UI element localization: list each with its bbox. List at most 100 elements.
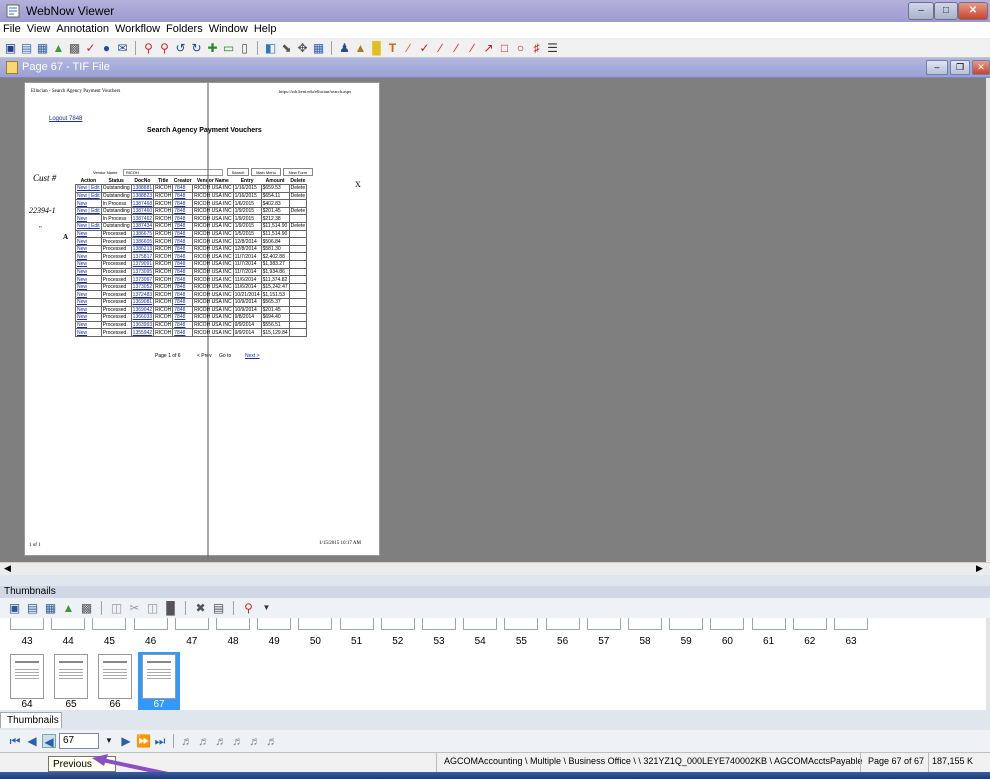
next-page-icon[interactable]: ▶	[119, 734, 133, 748]
chevron-down-icon[interactable]: ▼	[102, 734, 116, 748]
rotate-right-icon[interactable]: ↻	[190, 41, 203, 55]
menu-window[interactable]: Window	[206, 22, 251, 35]
thumbnail-item[interactable]: 43	[10, 618, 44, 647]
scroll-left-icon[interactable]: ◀	[4, 563, 11, 574]
select-icon[interactable]: ⬊	[280, 41, 293, 55]
thumbnails-toggle-icon[interactable]: ◧	[264, 41, 277, 55]
thumbnail-item[interactable]: 51	[339, 618, 374, 647]
text-annotation-icon[interactable]: T	[386, 41, 399, 55]
zoom-dropdown-icon[interactable]: ⚲	[242, 601, 255, 615]
thumbnail-item[interactable]: 60	[710, 618, 745, 647]
thumbnail-item[interactable]: 64	[6, 652, 48, 710]
print-preview-icon[interactable]: ▦	[44, 601, 57, 615]
menu-help[interactable]: Help	[251, 22, 280, 35]
thumbnail-item[interactable]: 45	[92, 618, 127, 647]
eraser-icon[interactable]: ▲	[354, 41, 367, 55]
thumbnail-item[interactable]: 57	[586, 618, 621, 647]
upload-icon[interactable]: ▲	[52, 41, 65, 55]
chevron-down-icon[interactable]: ▼	[260, 601, 273, 615]
scroll-right-icon[interactable]: ▶	[976, 563, 983, 574]
sound-icon[interactable]: ♬	[197, 734, 211, 748]
thumbnail-item[interactable]: 44	[51, 618, 86, 647]
thumbnail-item[interactable]: 52	[380, 618, 415, 647]
sound-icon[interactable]: ♬	[214, 734, 228, 748]
actual-size-icon[interactable]: ▯	[238, 41, 251, 55]
first-page-alt-icon[interactable]: ◀	[25, 734, 39, 748]
last-page-icon[interactable]: ⏩	[136, 734, 151, 748]
pen-icon[interactable]: ∕	[402, 41, 415, 55]
thumbnails-scrollbar[interactable]	[986, 618, 990, 710]
annotation-list-icon[interactable]: ☰	[546, 41, 559, 55]
checkmark-icon[interactable]: ✓	[418, 41, 431, 55]
print-icon[interactable]: ▩	[68, 41, 81, 55]
rotate-left-icon[interactable]: ↺	[174, 41, 187, 55]
menu-folders[interactable]: Folders	[163, 22, 206, 35]
line-red-icon[interactable]: ∕	[434, 41, 447, 55]
thumbnail-item[interactable]: 58	[628, 618, 662, 647]
annotate-icon[interactable]: ✓	[84, 41, 97, 55]
paste-icon[interactable]: ◫	[146, 601, 159, 615]
page-properties-icon[interactable]: ▤	[212, 601, 225, 615]
ellipse-icon[interactable]: ○	[514, 41, 527, 55]
fit-page-icon[interactable]: ✚	[206, 41, 219, 55]
upload-icon[interactable]: ▲	[62, 601, 75, 615]
menu-workflow[interactable]: Workflow	[112, 22, 163, 35]
thumbnail-item[interactable]: 49	[257, 618, 292, 647]
text-select-icon[interactable]: ▦	[312, 41, 325, 55]
document-restore-button[interactable]: ❐	[950, 60, 970, 75]
thumbnail-item[interactable]: 46	[133, 618, 168, 647]
minimize-button[interactable]: –	[908, 2, 934, 20]
tab-thumbnails[interactable]: Thumbnails	[0, 712, 62, 728]
highlighter-icon[interactable]: █	[370, 41, 383, 55]
fit-width-icon[interactable]: ▭	[222, 41, 235, 55]
thumbnail-item[interactable]: 63	[834, 618, 868, 647]
thumbnail-item[interactable]: 50	[298, 618, 333, 647]
thumbnail-item[interactable]: 55	[504, 618, 539, 647]
rectangle-icon[interactable]: □	[498, 41, 511, 55]
cut-icon[interactable]: ✂	[128, 601, 141, 615]
thumbnail-item[interactable]: 61	[751, 618, 786, 647]
scan-icon[interactable]: ▤	[20, 41, 33, 55]
viewer-horizontal-scrollbar[interactable]: ◀ ▶	[0, 562, 990, 575]
first-page-icon[interactable]: ⏮	[8, 734, 22, 748]
thumbnail-item[interactable]: 59	[669, 618, 704, 647]
sound-icon[interactable]: ♬	[248, 734, 262, 748]
page-number-select[interactable]: 67	[59, 733, 99, 749]
stamp-icon[interactable]: ♟	[338, 41, 351, 55]
save-icon[interactable]: ▣	[4, 41, 17, 55]
pan-icon[interactable]: ✥	[296, 41, 309, 55]
zoom-in-icon[interactable]: ⚲	[142, 41, 155, 55]
arrow-icon[interactable]: ↗	[482, 41, 495, 55]
thumbnail-item[interactable]: 62	[792, 618, 827, 647]
thumbnail-item[interactable]: 65	[50, 652, 92, 710]
maximize-button[interactable]: □	[934, 2, 958, 20]
sticky-note-icon[interactable]: ♯	[530, 41, 543, 55]
info-icon[interactable]: ●	[100, 41, 113, 55]
line-icon[interactable]: ∕	[450, 41, 463, 55]
copy-icon[interactable]: ◫	[110, 601, 123, 615]
thumbnail-item-selected[interactable]: 67	[138, 652, 180, 710]
sound-icon[interactable]: ♬	[231, 734, 245, 748]
menu-file[interactable]: File	[0, 22, 24, 35]
thumbnail-item[interactable]: 56	[545, 618, 580, 647]
thumbnail-item[interactable]: 54	[463, 618, 498, 647]
print-preview-icon[interactable]: ▦	[36, 41, 49, 55]
document-close-button[interactable]: ✕	[972, 60, 990, 75]
sound-icon[interactable]: ♬	[180, 734, 194, 748]
import-icon[interactable]: ▤	[26, 601, 39, 615]
thumbnail-item[interactable]: 48	[216, 618, 250, 647]
thumbnail-item[interactable]: 47	[174, 618, 209, 647]
viewer-vertical-scrollbar[interactable]	[986, 78, 990, 562]
email-icon[interactable]: ✉	[116, 41, 129, 55]
insert-icon[interactable]: █	[164, 601, 177, 615]
print-icon[interactable]: ▩	[80, 601, 93, 615]
scan-icon[interactable]: ▣	[8, 601, 21, 615]
previous-page-icon[interactable]: ◀	[42, 734, 56, 749]
delete-icon[interactable]: ✖	[194, 601, 207, 615]
menu-annotation[interactable]: Annotation	[53, 22, 112, 35]
thumbnail-item[interactable]: 53	[422, 618, 456, 647]
document-minimize-button[interactable]: –	[926, 60, 948, 75]
menu-view[interactable]: View	[24, 22, 54, 35]
skip-forward-icon[interactable]: ⏭	[153, 734, 167, 748]
close-button[interactable]: ✕	[958, 2, 988, 20]
